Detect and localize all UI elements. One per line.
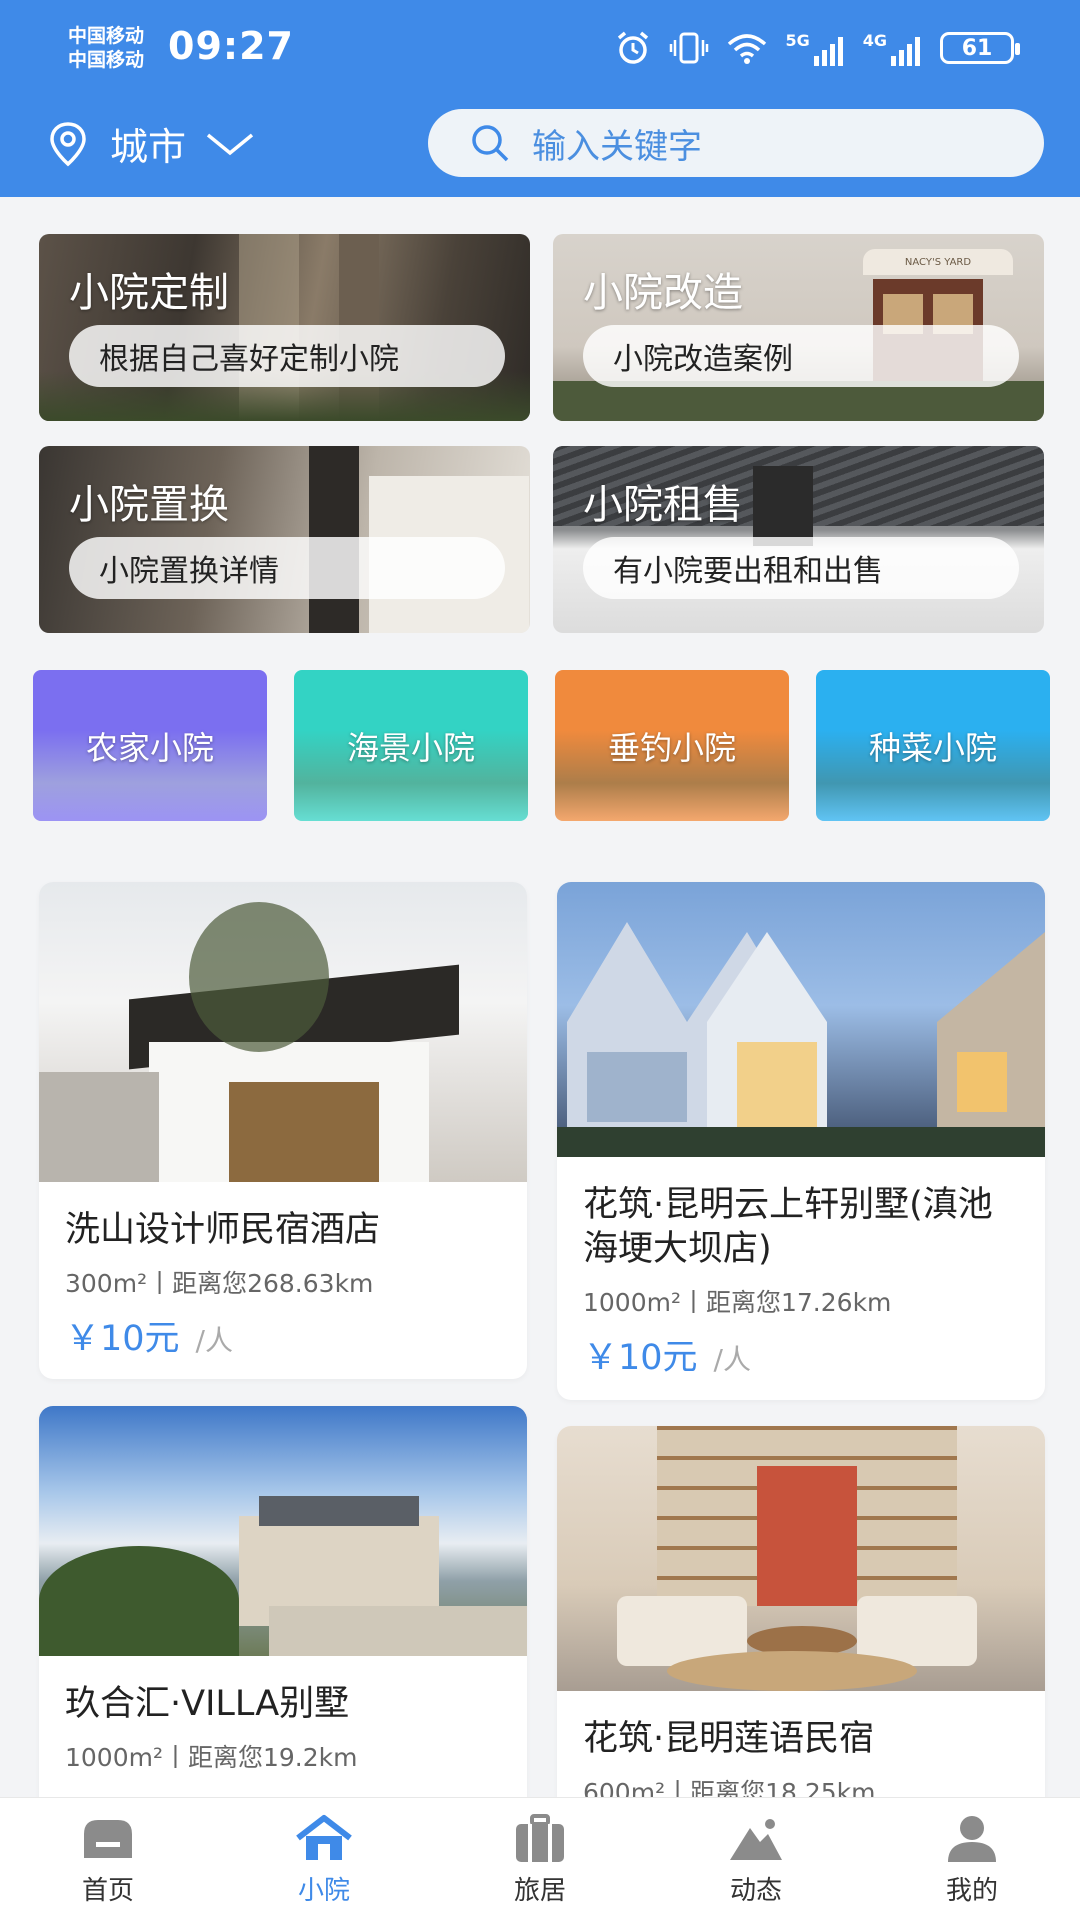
nav-home[interactable]: 首页 (0, 1798, 216, 1920)
listing-card[interactable]: 洗山设计师民宿酒店 300m²丨距离您268.63km ￥10元 /人 (39, 882, 527, 1379)
listing-meta: 1000m²丨距离您17.26km (583, 1288, 892, 1317)
listing-photo (557, 882, 1045, 1157)
feature-title: 小院租售 (583, 482, 743, 528)
feature-subtitle: 小院置换详情 (69, 537, 505, 599)
nav-yard[interactable]: 小院 (216, 1798, 432, 1920)
status-icons: 5G 4G 61 (613, 30, 1020, 66)
carrier-1: 中国移动 (68, 25, 145, 47)
listing-info: 洗山设计师民宿酒店 300m²丨距离您268.63km ￥10元 /人 (39, 1182, 527, 1361)
listing-price: ￥10元 /人 (583, 1329, 1019, 1380)
nav-label: 我的 (945, 1876, 998, 1906)
price-unit: /人 (713, 1343, 751, 1376)
category-label: 农家小院 (85, 728, 214, 767)
feature-card-renovation[interactable]: NACY'S YARD 小院改造 小院改造案例 (553, 234, 1044, 421)
feature-title: 小院定制 (69, 270, 229, 316)
alarm-icon (618, 31, 649, 64)
signal-5g-icon: 5G (785, 31, 846, 66)
clock: 09:27 (168, 24, 294, 68)
price-value: ￥10元 (65, 1319, 180, 1359)
top-header: 中国移动 中国移动 09:27 5G 4G 61 城市 输入关键字 (0, 0, 1080, 197)
bottom-nav: 首页 小院 旅居 动态 我的 (0, 1797, 1080, 1920)
location-pin-icon (50, 121, 86, 166)
signal-4g-icon: 4G (863, 31, 924, 66)
nav-label: 旅居 (513, 1876, 566, 1906)
category-tile-vegetable[interactable]: 种菜小院 (816, 670, 1050, 821)
category-tile-fishing[interactable]: 垂钓小院 (555, 670, 789, 821)
listing-price: ￥10元 /人 (65, 1310, 501, 1361)
user-icon (948, 1816, 996, 1862)
listing-photo (39, 882, 527, 1182)
search-icon (472, 125, 509, 162)
search-placeholder: 输入关键字 (532, 126, 702, 167)
category-label: 垂钓小院 (607, 728, 736, 767)
status-bar: 中国移动 中国移动 09:27 5G 4G 61 (0, 0, 1080, 100)
listing-name: 洗山设计师民宿酒店 (65, 1210, 381, 1250)
listing-name: 玖合汇·VILLA别墅 (65, 1684, 350, 1724)
search-input[interactable]: 输入关键字 (428, 109, 1044, 177)
battery-level: 61 (961, 35, 993, 61)
carrier-info: 中国移动 中国移动 (68, 24, 144, 72)
listing-name: 花筑·昆明云上轩别墅(滇池海埂大坝店) (583, 1185, 993, 1269)
listing-info: 花筑·昆明云上轩别墅(滇池海埂大坝店) 1000m²丨距离您17.26km ￥1… (557, 1157, 1045, 1380)
listing-info: 玖合汇·VILLA别墅 1000m²丨距离您19.2km (39, 1656, 527, 1774)
feature-subtitle: 有小院要出租和出售 (583, 537, 1019, 599)
feature-card-rent-sale[interactable]: 小院租售 有小院要出租和出售 (553, 446, 1044, 633)
nav-label: 动态 (729, 1876, 782, 1906)
listing-meta: 300m²丨距离您268.63km (65, 1269, 374, 1298)
feature-title: 小院改造 (583, 270, 743, 316)
city-selector[interactable]: 城市 (44, 116, 256, 171)
feature-card-exchange[interactable]: 小院置换 小院置换详情 (39, 446, 530, 633)
category-tile-farm[interactable]: 农家小院 (33, 670, 267, 821)
home-icon (84, 1820, 132, 1858)
listing-info: 花筑·昆明莲语民宿 600m²丨距离您18.25km (557, 1691, 1045, 1809)
yard-sign: NACY'S YARD (863, 249, 1013, 275)
feature-title: 小院置换 (69, 482, 229, 528)
feature-subtitle: 根据自己喜好定制小院 (69, 325, 505, 387)
listing-card[interactable]: 花筑·昆明莲语民宿 600m²丨距离您18.25km (557, 1426, 1045, 1816)
feature-subtitle: 小院改造案例 (583, 325, 1019, 387)
carrier-2: 中国移动 (68, 49, 145, 71)
price-value: ￥10元 (583, 1338, 698, 1378)
listing-card[interactable]: 玖合汇·VILLA别墅 1000m²丨距离您19.2km (39, 1406, 527, 1816)
listing-meta: 1000m²丨距离您19.2km (65, 1743, 358, 1772)
nav-moments[interactable]: 动态 (648, 1798, 864, 1920)
listing-name: 花筑·昆明莲语民宿 (583, 1719, 875, 1759)
wifi-icon (728, 34, 767, 64)
listing-card[interactable]: 花筑·昆明云上轩别墅(滇池海埂大坝店) 1000m²丨距离您17.26km ￥1… (557, 882, 1045, 1400)
chevron-down-icon (206, 133, 254, 155)
network-label-4g: 4G (862, 30, 887, 50)
nav-label: 首页 (81, 1876, 134, 1906)
suitcase-icon (516, 1814, 564, 1862)
city-label: 城市 (110, 125, 187, 169)
nav-mine[interactable]: 我的 (864, 1798, 1080, 1920)
category-label: 海景小院 (346, 728, 475, 767)
category-tile-seaview[interactable]: 海景小院 (294, 670, 528, 821)
price-unit: /人 (195, 1324, 233, 1357)
feature-card-custom[interactable]: 小院定制 根据自己喜好定制小院 (39, 234, 530, 421)
listing-photo (39, 1406, 527, 1656)
nav-label: 小院 (297, 1876, 350, 1906)
battery-icon: 61 (940, 32, 1020, 64)
yard-icon (296, 1815, 352, 1860)
mountain-icon (730, 1819, 782, 1860)
category-label: 种菜小院 (868, 728, 997, 767)
listing-photo (557, 1426, 1045, 1691)
vibrate-icon (670, 32, 709, 64)
nav-travel[interactable]: 旅居 (432, 1798, 648, 1920)
network-label-5g: 5G (785, 30, 810, 50)
